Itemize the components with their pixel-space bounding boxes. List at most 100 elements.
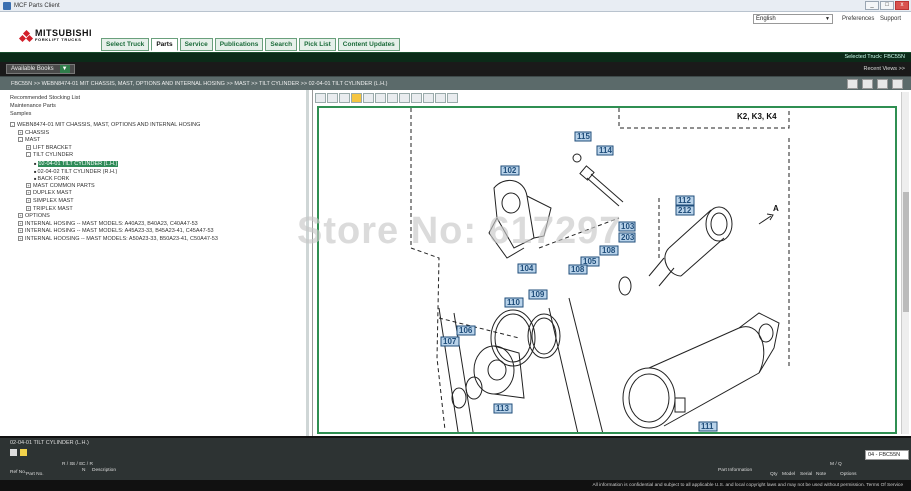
pan-hand-icon[interactable]: [351, 93, 362, 103]
callout-label: 111: [701, 422, 714, 431]
print-icon[interactable]: [862, 79, 873, 89]
expand-icon[interactable]: +: [18, 228, 23, 234]
select-icon[interactable]: [363, 93, 374, 103]
zoom-out-icon[interactable]: [339, 93, 350, 103]
model-value: 04 - FBC55N: [868, 452, 901, 458]
tab-service[interactable]: Service: [179, 38, 213, 51]
tree-item[interactable]: + OPTIONS: [10, 213, 218, 221]
tab-parts[interactable]: Parts: [151, 38, 178, 51]
print-icon[interactable]: [315, 93, 326, 103]
expand-icon[interactable]: +: [18, 213, 23, 219]
tab-select-truck[interactable]: Select Truck: [101, 38, 150, 51]
collapse-icon[interactable]: -: [26, 152, 31, 158]
tab-content-updates[interactable]: Content Updates: [337, 38, 400, 51]
window-title: MCF Parts Client: [14, 2, 60, 9]
model-select[interactable]: 04 - FBC55N: [865, 450, 909, 460]
available-books-dropdown[interactable]: Available Books ▼: [6, 64, 75, 74]
tree-item[interactable]: + INTERNAL HOSING -- MAST MODELS: A40A23,…: [10, 221, 218, 229]
expand-icon[interactable]: +: [18, 220, 23, 226]
column-header: Ref No.: [10, 470, 27, 475]
parts-drawing[interactable]: 115 114 102 103 203 112 212 104 105 108: [317, 106, 897, 434]
maintenance-parts-link[interactable]: Maintenance Parts: [10, 103, 56, 109]
scrollbar-thumb[interactable]: [903, 192, 909, 312]
tree-item[interactable]: + TRIPLEX MAST: [10, 206, 218, 214]
tree-item[interactable]: + INTERNAL HOSING -- MAST MODELS: A45A23-…: [10, 228, 218, 236]
expand-icon[interactable]: +: [26, 190, 31, 196]
tree-item[interactable]: + DUPLEX MAST: [10, 190, 218, 198]
exploded-view-diagram: 115 114 102 103 203 112 212 104 105 108: [410, 108, 790, 432]
list-view-icon[interactable]: [847, 79, 858, 89]
footer-notice: All information is confidential and subj…: [592, 483, 903, 488]
zoom-icon[interactable]: [877, 79, 888, 89]
vertical-scrollbar[interactable]: [901, 92, 909, 434]
support-link[interactable]: Support: [880, 16, 901, 22]
tab-pick-list[interactable]: Pick List: [299, 38, 336, 51]
tree-item[interactable]: ■ 02-04-01 TILT CYLINDER (L.H.): [10, 160, 218, 168]
parts-list-title: 02-04-01 TILT CYLINDER (L.H.): [10, 440, 89, 446]
parts-list-pane: 02-04-01 TILT CYLINDER (L.H.) 04 - FBC55…: [0, 436, 911, 480]
rotate-icon[interactable]: [375, 93, 386, 103]
tree-item[interactable]: ■ 02-04-02 TILT CYLINDER (R.H.): [10, 168, 218, 176]
column-header: Options: [840, 472, 857, 477]
footer: All information is confidential and subj…: [0, 480, 911, 491]
parts-tree: - WEBN8474-01 MIT CHASSIS, MAST, OPTIONS …: [10, 122, 218, 244]
expand-icon[interactable]: +: [18, 235, 23, 241]
first-page-icon[interactable]: [423, 93, 434, 103]
column-header: Part Information: [718, 468, 753, 473]
app-header: MITSUBISHI FORKLIFT TRUCKS English ▼ Pre…: [0, 12, 911, 52]
tree-item-label: SIMPLEX MAST: [33, 197, 74, 204]
drawing-corner-label: K2, K3, K4: [737, 112, 777, 121]
column-header: M / Q: [830, 462, 842, 467]
tree-item[interactable]: - WEBN8474-01 MIT CHASSIS, MAST, OPTIONS …: [10, 122, 218, 130]
expand-icon[interactable]: +: [26, 182, 31, 188]
next-page-icon[interactable]: [435, 93, 446, 103]
view-tools: [847, 79, 903, 89]
image-view-icon[interactable]: [892, 79, 903, 89]
callout-label: 115: [577, 132, 590, 141]
expand-icon[interactable]: +: [26, 197, 31, 203]
mitsubishi-logo: MITSUBISHI FORKLIFT TRUCKS: [18, 29, 92, 42]
samples-link[interactable]: Samples: [10, 111, 31, 117]
tree-item[interactable]: - MAST: [10, 137, 218, 145]
tree-item[interactable]: + INTERNAL HOOSING -- MAST MODELS: A50A23…: [10, 236, 218, 244]
fit-icon[interactable]: [387, 93, 398, 103]
column-header: N: [82, 468, 86, 473]
tree-item[interactable]: + LIFT BRACKET: [10, 145, 218, 153]
collapse-icon[interactable]: -: [18, 137, 23, 143]
last-page-icon[interactable]: [447, 93, 458, 103]
tree-item[interactable]: - TILT CYLINDER: [10, 152, 218, 160]
collapse-icon[interactable]: -: [10, 122, 15, 128]
camera-icon[interactable]: [10, 449, 17, 456]
minimize-button[interactable]: _: [865, 1, 879, 10]
recent-views-link[interactable]: Recent Views >>: [864, 66, 905, 72]
tree-item-label: LIFT BRACKET: [33, 144, 72, 151]
expand-icon[interactable]: +: [26, 205, 31, 211]
maximize-button[interactable]: □: [880, 1, 894, 10]
selected-truck-bar: Selected Truck: FBC55N: [0, 52, 911, 62]
back-icon[interactable]: [399, 93, 410, 103]
callout-label: 108: [571, 265, 585, 274]
tab-publications[interactable]: Publications: [214, 38, 264, 51]
forward-icon[interactable]: [411, 93, 422, 103]
close-button[interactable]: x: [895, 1, 909, 10]
recommended-stocking-link[interactable]: Recommended Stocking List: [10, 95, 80, 101]
tree-item[interactable]: + MAST COMMON PARTS: [10, 183, 218, 191]
column-header: C / R: [82, 462, 93, 467]
preferences-link[interactable]: Preferences: [842, 16, 874, 22]
folder-icon[interactable]: [20, 449, 27, 456]
callout-label: 104: [520, 264, 534, 273]
app-icon: [3, 1, 11, 10]
language-value: English: [756, 16, 776, 22]
tree-item[interactable]: + SIMPLEX MAST: [10, 198, 218, 206]
expand-icon[interactable]: +: [26, 144, 31, 150]
language-select[interactable]: English ▼: [753, 14, 833, 24]
tree-item[interactable]: ■ BACK FORK: [10, 175, 218, 183]
expand-icon[interactable]: +: [18, 129, 23, 135]
tab-search[interactable]: Search: [265, 38, 298, 51]
tree-item-label: 02-04-01 TILT CYLINDER (L.H.): [37, 160, 119, 167]
zoom-in-icon[interactable]: [327, 93, 338, 103]
tree-item[interactable]: + CHASSIS: [10, 130, 218, 138]
tree-item-label: CHASSIS: [25, 129, 50, 136]
tree-item-label: INTERNAL HOOSING -- MAST MODELS: A50A23-…: [25, 235, 218, 242]
drawing-pane: 115 114 102 103 203 112 212 104 105 108: [312, 90, 911, 436]
